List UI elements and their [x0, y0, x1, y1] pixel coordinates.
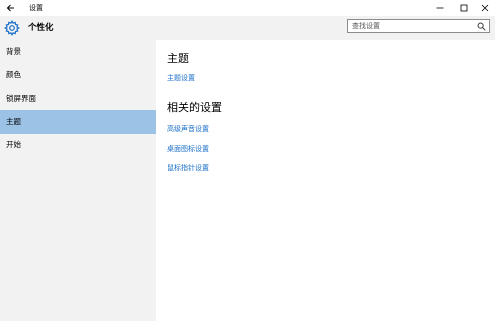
close-icon: [481, 4, 489, 12]
theme-settings-link[interactable]: 主题设置: [167, 73, 195, 83]
sidebar-item-start[interactable]: 开始: [0, 133, 156, 157]
sidebar-item-colors[interactable]: 颜色: [0, 63, 156, 87]
main-content: 主题 主题设置 相关的设置 高级声音设置 桌面图标设置 鼠标指针设置: [156, 40, 495, 321]
close-button[interactable]: [475, 0, 495, 16]
maximize-icon: [460, 4, 468, 12]
arrow-left-icon: [6, 4, 14, 12]
page-title: 个性化: [28, 23, 54, 33]
sidebar-header: 个性化: [0, 16, 156, 40]
sidebar-item-background[interactable]: 背景: [0, 40, 156, 64]
sidebar-item-label: 主题: [6, 117, 21, 126]
sidebar-item-label: 颜色: [6, 70, 21, 79]
minimize-button[interactable]: [428, 0, 452, 16]
sidebar-item-themes[interactable]: 主题: [0, 110, 156, 134]
gear-icon: [4, 20, 20, 36]
back-button[interactable]: [0, 0, 20, 16]
section-title-related-settings: 相关的设置: [167, 101, 222, 114]
desktop-icon-settings-link[interactable]: 桌面图标设置: [167, 144, 209, 154]
search-input[interactable]: [352, 21, 467, 32]
minimize-icon: [436, 7, 444, 9]
sidebar-item-label: 开始: [6, 140, 21, 149]
search-box[interactable]: [347, 19, 490, 33]
advanced-sound-settings-link[interactable]: 高级声音设置: [167, 124, 209, 134]
sidebar-item-label: 锁屏界面: [6, 94, 36, 103]
section-title-themes: 主题: [167, 52, 189, 65]
sidebar-item-label: 背景: [6, 47, 21, 56]
search-icon[interactable]: [477, 22, 486, 31]
sidebar-item-lock-screen[interactable]: 锁屏界面: [0, 87, 156, 111]
title-bar: 设置: [0, 0, 495, 16]
window-title: 设置: [29, 4, 43, 12]
maximize-button[interactable]: [452, 0, 476, 16]
sidebar: 个性化 背景 颜色 锁屏界面 主题 开始: [0, 16, 156, 321]
mouse-pointer-settings-link[interactable]: 鼠标指针设置: [167, 163, 209, 173]
